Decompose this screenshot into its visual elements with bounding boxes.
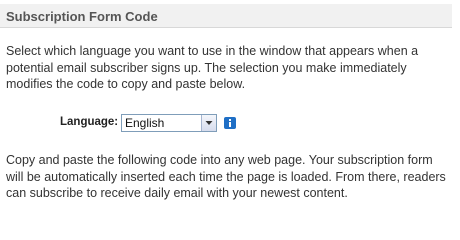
instructions-paragraph: Copy and paste the following code into a… (6, 153, 446, 200)
language-select-value: English (125, 116, 165, 130)
section-title: Subscription Form Code (6, 9, 158, 24)
language-label: Language: (60, 116, 119, 128)
info-icon[interactable] (224, 117, 236, 129)
chevron-down-icon[interactable] (201, 115, 216, 131)
intro-paragraph: Select which language you want to use in… (6, 44, 419, 91)
language-row: Language: English (0, 113, 460, 133)
language-select[interactable]: English (121, 114, 217, 132)
section-header: Subscription Form Code (0, 4, 452, 28)
